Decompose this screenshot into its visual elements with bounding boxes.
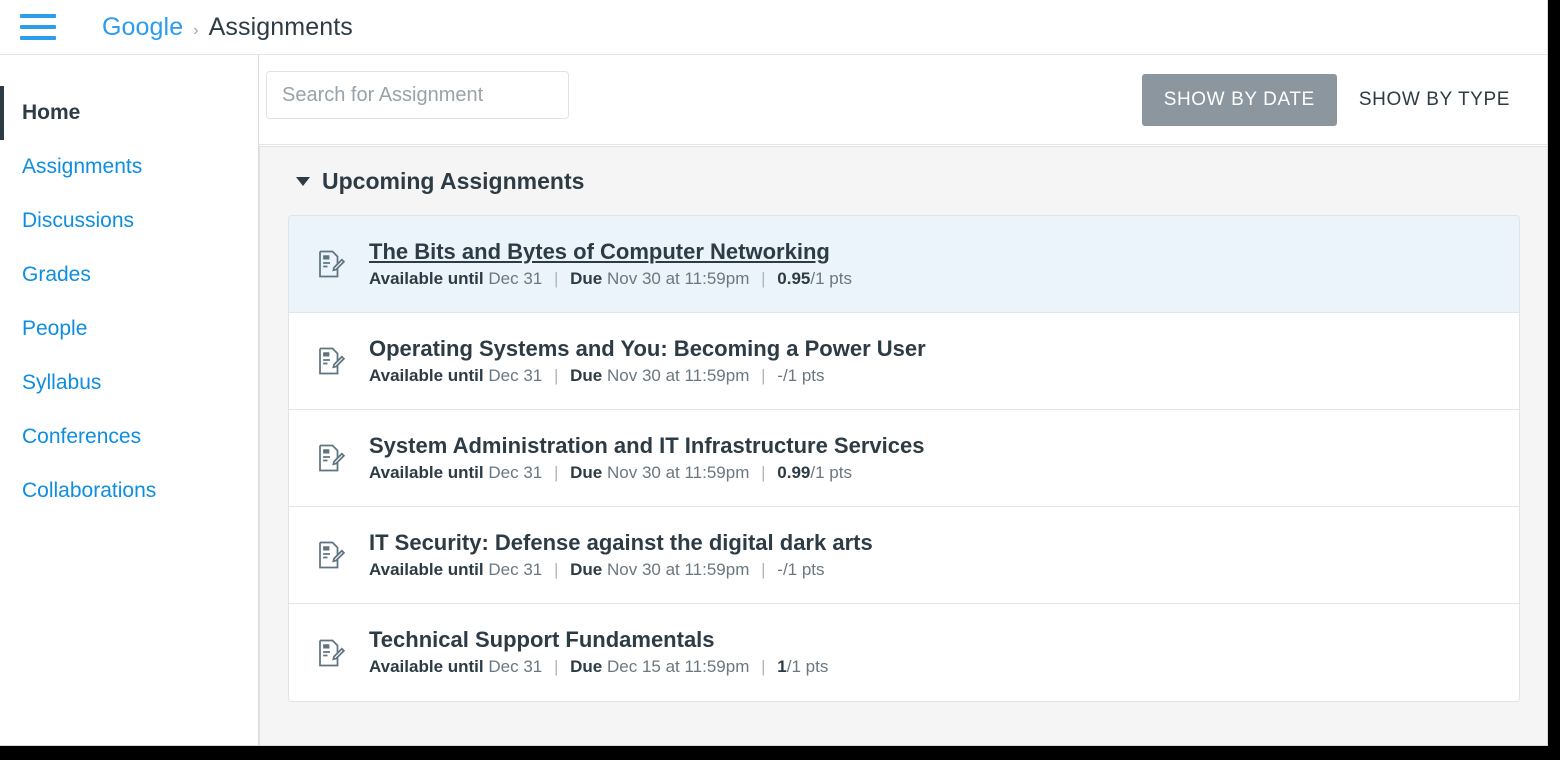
assignment-title-link[interactable]: Technical Support Fundamentals (369, 627, 828, 652)
points-value: /1 pts (783, 366, 825, 385)
sidebar-item-conferences[interactable]: Conferences (0, 410, 258, 464)
due-value: Nov 30 at 11:59pm (607, 366, 749, 385)
due-label: Due (570, 366, 602, 385)
sidebar-item-home[interactable]: Home (0, 86, 258, 140)
group-title: Upcoming Assignments (322, 168, 584, 195)
available-label: Available until (369, 657, 484, 676)
score-value: 0.99 (777, 463, 810, 482)
table-row[interactable]: The Bits and Bytes of Computer Networkin… (289, 216, 1519, 313)
sidebar-item-discussions[interactable]: Discussions (0, 194, 258, 248)
assignment-meta: Available until Dec 31 | Due Dec 15 at 1… (369, 657, 828, 677)
caret-down-icon[interactable] (296, 177, 310, 186)
due-value: Dec 15 at 11:59pm (607, 657, 749, 676)
available-value: Dec 31 (488, 366, 542, 385)
show-by-type-button[interactable]: SHOW BY TYPE (1337, 74, 1532, 126)
top-bar: Google › Assignments (0, 0, 1548, 55)
row-body: System Administration and IT Infrastruct… (369, 433, 924, 484)
available-value: Dec 31 (488, 269, 542, 288)
meta-separator: | (554, 269, 558, 288)
show-by-date-button[interactable]: SHOW BY DATE (1142, 74, 1337, 126)
table-row[interactable]: System Administration and IT Infrastruct… (289, 410, 1519, 507)
due-label: Due (570, 657, 602, 676)
due-label: Due (570, 560, 602, 579)
due-value: Nov 30 at 11:59pm (607, 269, 749, 288)
meta-separator: | (761, 463, 765, 482)
assignment-document-pencil-icon (313, 441, 347, 475)
hamburger-bar (20, 25, 56, 29)
app-frame: Google › Assignments Home Assignments Di… (0, 0, 1548, 746)
score-value: 1 (777, 657, 786, 676)
due-label: Due (570, 269, 602, 288)
assignment-document-pencil-icon (313, 247, 347, 281)
meta-separator: | (761, 560, 765, 579)
points-value: /1 pts (810, 269, 852, 288)
breadcrumb-separator-icon: › (193, 22, 198, 40)
course-navigation-sidebar: Home Assignments Discussions Grades Peop… (0, 55, 259, 746)
hamburger-icon[interactable] (20, 14, 56, 40)
table-row[interactable]: IT Security: Defense against the digital… (289, 507, 1519, 604)
search-input[interactable] (266, 71, 569, 119)
assignment-list: The Bits and Bytes of Computer Networkin… (288, 215, 1520, 702)
assignment-group-panel: Upcoming Assignments (259, 146, 1548, 746)
table-row[interactable]: Operating Systems and You: Becoming a Po… (289, 313, 1519, 410)
sidebar-item-syllabus[interactable]: Syllabus (0, 356, 258, 410)
available-value: Dec 31 (488, 560, 542, 579)
meta-separator: | (554, 560, 558, 579)
available-label: Available until (369, 560, 484, 579)
row-body: The Bits and Bytes of Computer Networkin… (369, 239, 852, 290)
breadcrumb-root-link[interactable]: Google (102, 13, 183, 42)
assignment-title-link[interactable]: Operating Systems and You: Becoming a Po… (369, 336, 926, 361)
row-body: Operating Systems and You: Becoming a Po… (369, 336, 926, 387)
points-value: /1 pts (783, 560, 825, 579)
sidebar-item-people[interactable]: People (0, 302, 258, 356)
assignment-meta: Available until Dec 31 | Due Nov 30 at 1… (369, 463, 924, 483)
sidebar-item-collaborations[interactable]: Collaborations (0, 464, 258, 518)
assignment-document-pencil-icon (313, 344, 347, 378)
table-row[interactable]: Technical Support Fundamentals Available… (289, 604, 1519, 701)
assignment-meta: Available until Dec 31 | Due Nov 30 at 1… (369, 269, 852, 289)
hamburger-bar (20, 14, 56, 18)
points-value: /1 pts (810, 463, 852, 482)
available-label: Available until (369, 463, 484, 482)
breadcrumb-current: Assignments (209, 13, 353, 42)
row-body: Technical Support Fundamentals Available… (369, 627, 828, 678)
meta-separator: | (554, 463, 558, 482)
main-content: SHOW BY DATE SHOW BY TYPE Upcoming Assig… (259, 55, 1548, 746)
upcoming-assignments-header[interactable]: Upcoming Assignments (288, 147, 1520, 215)
due-value: Nov 30 at 11:59pm (607, 560, 749, 579)
points-value: /1 pts (787, 657, 829, 676)
sidebar-item-grades[interactable]: Grades (0, 248, 258, 302)
available-value: Dec 31 (488, 463, 542, 482)
assignment-meta: Available until Dec 31 | Due Nov 30 at 1… (369, 560, 873, 580)
assignments-toolbar: SHOW BY DATE SHOW BY TYPE (259, 55, 1548, 145)
assignment-document-pencil-icon (313, 636, 347, 670)
available-label: Available until (369, 269, 484, 288)
assignment-title-link[interactable]: IT Security: Defense against the digital… (369, 530, 873, 555)
assignment-meta: Available until Dec 31 | Due Nov 30 at 1… (369, 366, 926, 386)
view-toggle-group: SHOW BY DATE SHOW BY TYPE (1142, 74, 1532, 126)
assignment-document-pencil-icon (313, 538, 347, 572)
assignment-title-link[interactable]: System Administration and IT Infrastruct… (369, 433, 924, 458)
assignment-title-link[interactable]: The Bits and Bytes of Computer Networkin… (369, 239, 852, 264)
meta-separator: | (554, 657, 558, 676)
meta-separator: | (761, 657, 765, 676)
due-value: Nov 30 at 11:59pm (607, 463, 749, 482)
breadcrumb: Google › Assignments (102, 13, 353, 42)
meta-separator: | (554, 366, 558, 385)
hamburger-bar (20, 36, 56, 40)
available-label: Available until (369, 366, 484, 385)
row-body: IT Security: Defense against the digital… (369, 530, 873, 581)
score-value: 0.95 (777, 269, 810, 288)
sidebar-item-assignments[interactable]: Assignments (0, 140, 258, 194)
due-label: Due (570, 463, 602, 482)
meta-separator: | (761, 269, 765, 288)
available-value: Dec 31 (488, 657, 542, 676)
meta-separator: | (761, 366, 765, 385)
